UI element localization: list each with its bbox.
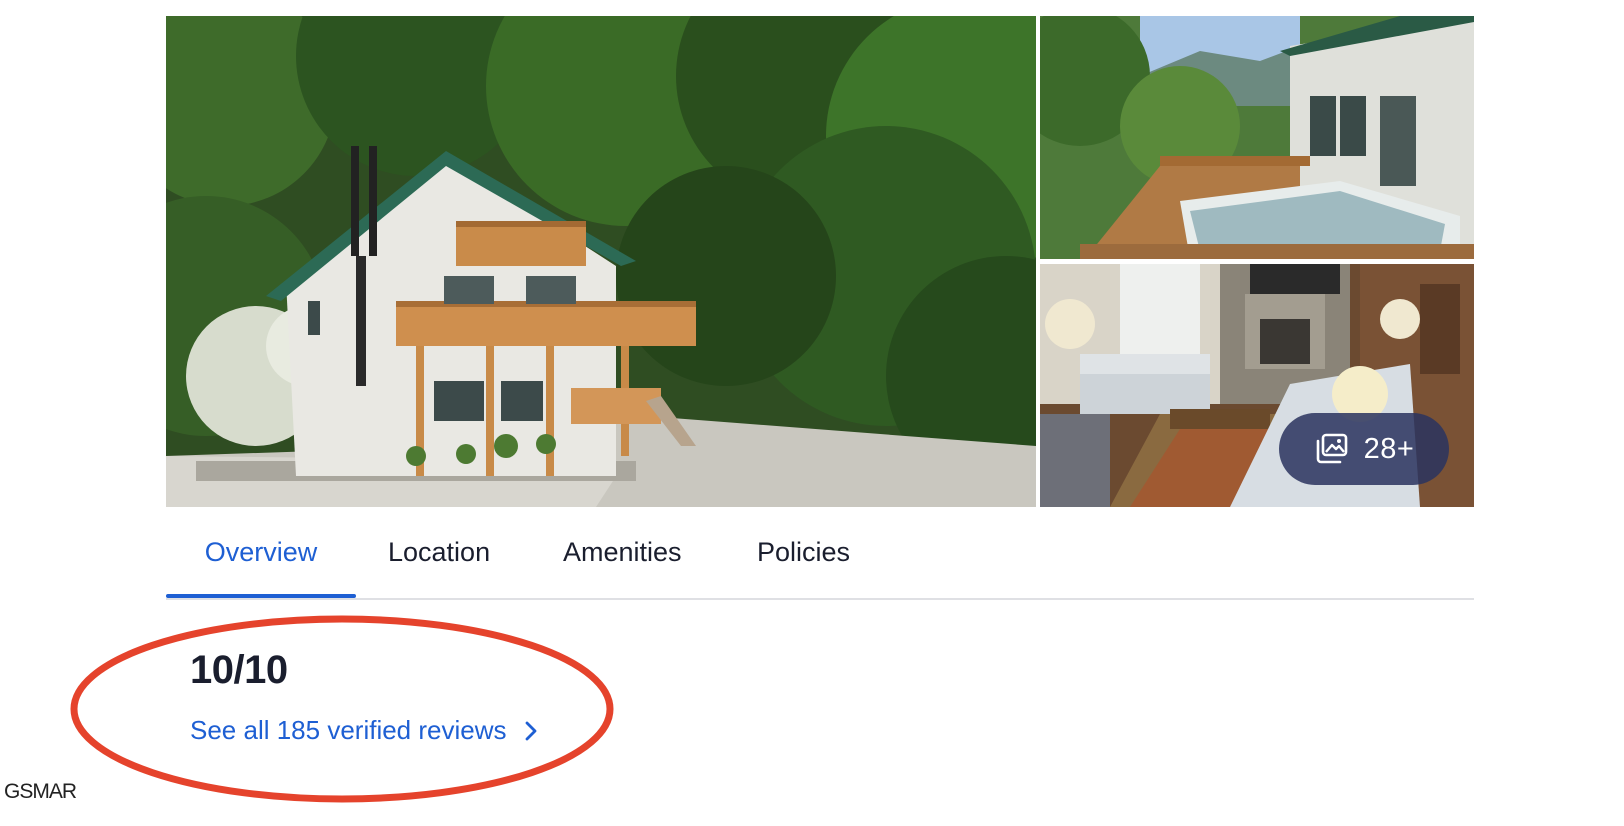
see-all-reviews-link[interactable]: See all 185 verified reviews xyxy=(190,715,541,746)
photo-gallery: 28+ xyxy=(166,16,1474,507)
image-gallery-icon xyxy=(1316,433,1347,464)
main-photo-house-exterior[interactable] xyxy=(166,16,1036,507)
tab-location[interactable]: Location xyxy=(388,508,490,596)
watermark-logo: GSMAR xyxy=(4,780,77,803)
house-exterior-image xyxy=(166,16,1036,507)
hot-tub-deck-image xyxy=(1040,16,1474,259)
rating-score: 10/10 xyxy=(190,648,288,692)
view-all-photos-button[interactable]: 28+ xyxy=(1279,413,1449,485)
tab-overview[interactable]: Overview xyxy=(166,508,356,598)
annotation-ellipse xyxy=(70,615,614,803)
photo-count-label: 28+ xyxy=(1363,432,1415,465)
property-page: 28+ Overview Location Amenities Policies… xyxy=(0,0,1624,826)
chevron-right-icon xyxy=(525,721,536,740)
tab-amenities[interactable]: Amenities xyxy=(563,508,682,596)
tab-policies[interactable]: Policies xyxy=(757,508,850,596)
photo-hot-tub-deck[interactable] xyxy=(1040,16,1474,259)
reviews-link-label: See all 185 verified reviews xyxy=(190,715,507,745)
section-tabs: Overview Location Amenities Policies xyxy=(166,508,1474,600)
